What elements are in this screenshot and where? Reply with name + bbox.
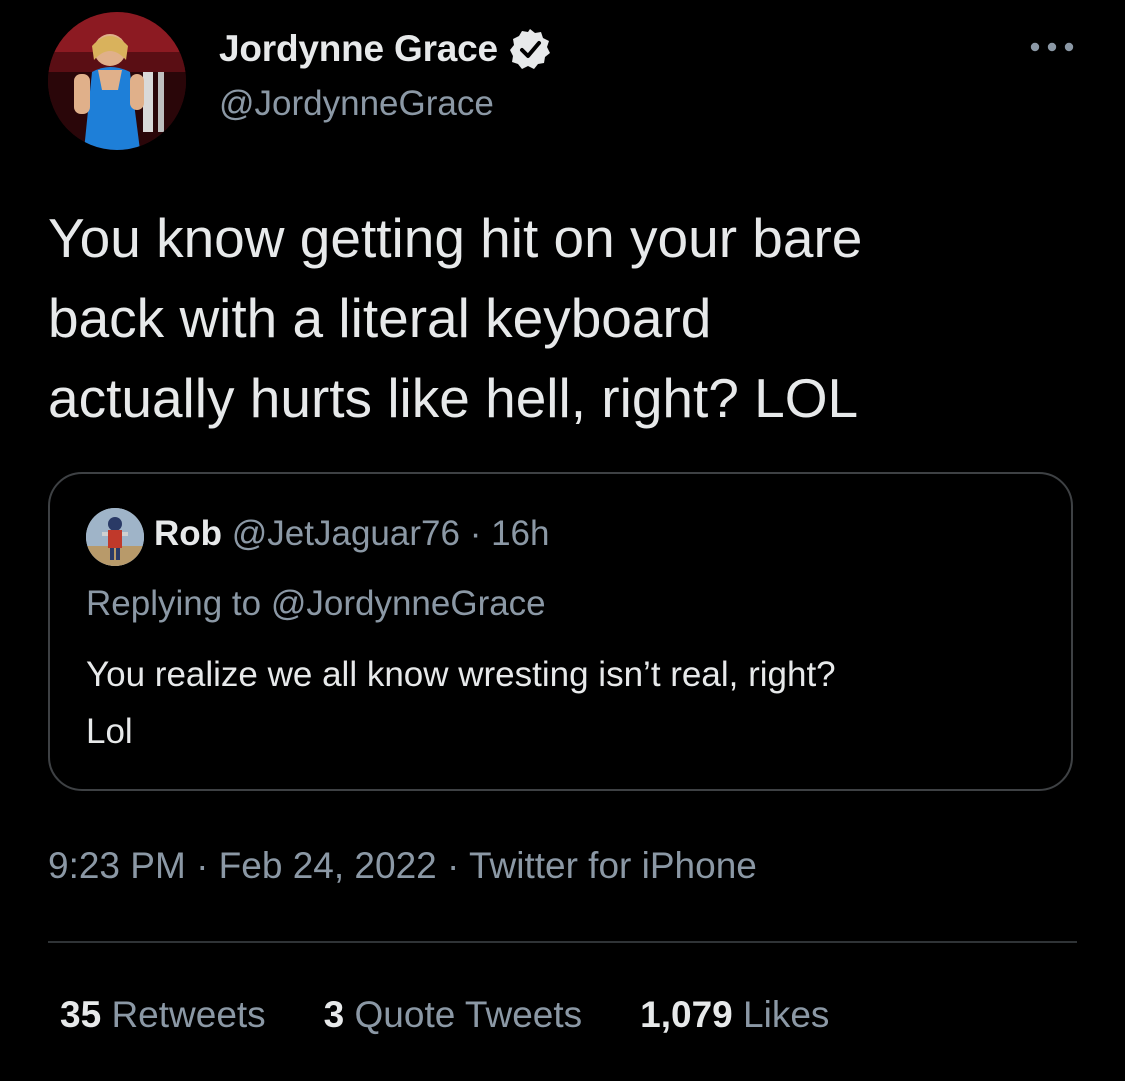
retweets-stat[interactable]: 35 Retweets <box>60 994 266 1036</box>
quoted-tweet[interactable]: Rob @JetJaguar76 · 16h Replying to @Jord… <box>48 472 1073 791</box>
quote-tweets-count: 3 <box>323 994 345 1035</box>
engagement-stats: 35 Retweets 3 Quote Tweets 1,079 Likes <box>60 994 887 1036</box>
verified-badge-icon <box>509 29 550 69</box>
tweet-text: You know getting hit on your bare back w… <box>48 207 863 429</box>
quote-age: 16h <box>491 514 550 553</box>
divider <box>48 941 1077 943</box>
profile-avatar[interactable] <box>48 12 186 150</box>
quote-tweets-stat[interactable]: 3 Quote Tweets <box>324 994 582 1036</box>
quote-separator: · <box>469 514 482 553</box>
quote-replying-to: Replying to @JordynneGrace <box>86 584 546 623</box>
quote-avatar[interactable] <box>86 508 144 566</box>
author-handle[interactable]: @JordynneGrace <box>219 84 494 124</box>
likes-count: 1,079 <box>640 994 733 1035</box>
quote-header: Rob @JetJaguar76 · 16h <box>154 514 549 554</box>
display-name[interactable]: Jordynne Grace <box>219 28 498 70</box>
quote-text: You realize we all know wresting isn’t r… <box>86 655 836 751</box>
retweets-label: Retweets <box>111 994 266 1035</box>
quote-author-handle[interactable]: @JetJaguar76 <box>232 514 460 553</box>
more-options-icon[interactable] <box>1027 34 1077 60</box>
quote-tweets-label: Quote Tweets <box>354 994 583 1035</box>
quote-author-name[interactable]: Rob <box>154 514 222 553</box>
author-name-row[interactable]: Jordynne Grace <box>219 24 552 74</box>
retweets-count: 35 <box>60 994 102 1035</box>
likes-label: Likes <box>743 994 830 1035</box>
likes-stat[interactable]: 1,079 Likes <box>640 994 829 1036</box>
tweet-timestamp[interactable]: 9:23 PM · Feb 24, 2022 · Twitter for iPh… <box>48 845 757 887</box>
